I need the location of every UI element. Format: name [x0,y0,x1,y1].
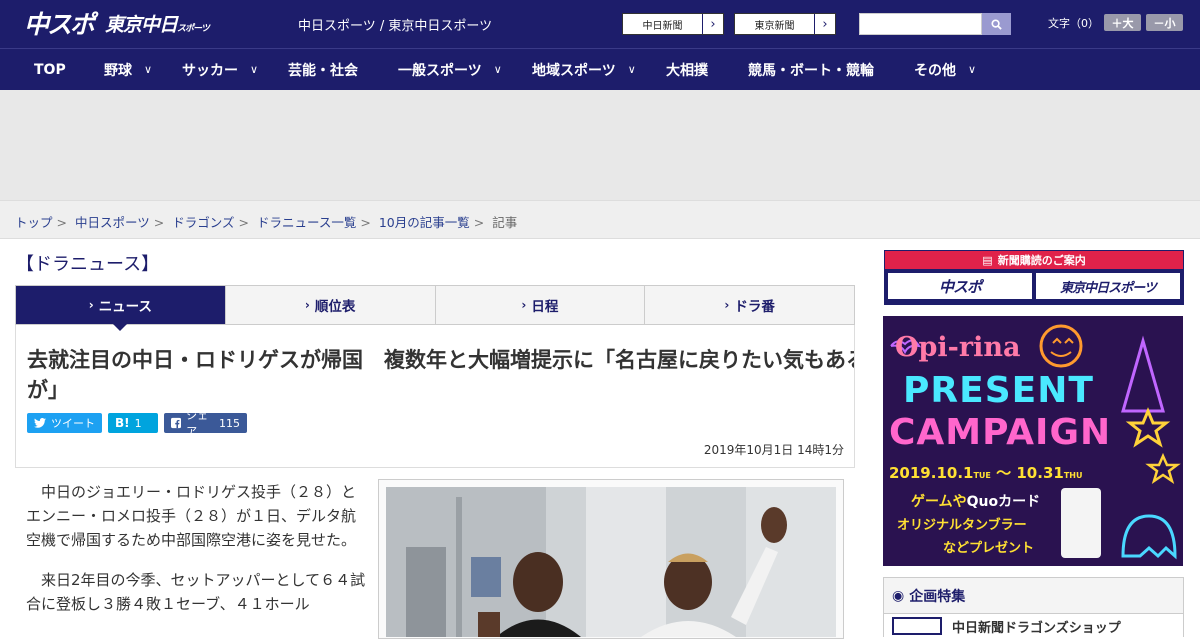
promo-period: 2019.10.1TUE 〜 10.31THU [889,464,1083,482]
logo-sub: 東京中日スポーツ [105,13,210,36]
hatena-icon: B! [115,416,130,430]
font-size-control: 文字（0） ＋大 －小 [1048,14,1183,31]
nav-other[interactable]: その他 ∨ [914,49,976,90]
share-buttons: ツイート B! 1 シェア 115 [27,409,247,438]
chevron-down-icon: ∨ [493,63,502,76]
newspaper-icon: ▤ [982,253,993,267]
article-header: 去就注目の中日・ロドリゲスが帰国 複数年と大幅増提示に「名古屋に戻りたい気もある… [15,325,855,468]
nav-baseball[interactable]: 野球 ∨ [104,49,152,90]
font-larger-button[interactable]: ＋大 [1104,14,1141,31]
nav-entertainment[interactable]: 芸能・社会 [288,49,358,90]
chevron-right-icon: › [88,298,94,312]
twitter-icon [34,418,46,428]
chevron-down-icon: ∨ [968,63,977,76]
article-photo-frame [378,479,844,639]
chevron-down-icon: ∨ [250,63,259,76]
site-links[interactable]: 中日スポーツ / 東京中日スポーツ [298,15,492,34]
share-count: 115 [219,416,240,430]
section-title: 【ドラニュース】 [16,254,160,275]
tab-reporter[interactable]: › ドラ番 [645,286,854,324]
search-input[interactable] [859,13,982,35]
ribbon-icon: ◉ [892,587,905,604]
tab-news[interactable]: › ニュース [16,286,226,331]
subscription-banner: ▤ 新聞購読のご案内 中スポ 東京中日スポーツ [884,250,1184,305]
promo-text2: オリジナルタンブラー [897,518,1027,533]
feature-title: 企画特集 [909,588,966,605]
search-form [859,13,1011,35]
nav-keiba[interactable]: 競馬・ボート・競輪 [748,49,874,90]
site-logo[interactable]: 中スポ 東京中日スポーツ [24,8,210,39]
breadcrumb-link[interactable]: 10月の記事一覧 [379,215,470,230]
facebook-share-button[interactable]: シェア 115 [164,409,247,438]
ad-space [0,90,1200,200]
chevron-right-icon: › [822,16,828,32]
article-headline: 去就注目の中日・ロドリゲスが帰国 複数年と大幅増提示に「名古屋に戻りたい気もある… [27,348,855,402]
section-tabs: › ニュース › 順位表 › 日程 › ドラ番 [15,285,855,331]
promo-banner[interactable]: Opi-rina PRESENT CAMPAIGN 2019.10.1TUE 〜… [883,316,1183,566]
chevron-right-icon: › [521,298,527,312]
chevron-down-icon: ∨ [144,63,153,76]
promo-text3: などプレゼント [943,541,1035,556]
chevron-down-icon: ∨ [627,63,636,76]
subscribe-chuspo-button[interactable]: 中スポ [888,273,1032,299]
feature-section: ◉ 企画特集 中日新聞ドラゴンズショップ [883,577,1184,638]
chevron-right-icon: › [724,298,730,312]
chevron-right-icon: › [710,16,716,32]
promo-brand: Opi-rina [895,332,1021,363]
breadcrumb-current: 記事 [492,215,518,230]
promo-text1: ゲームやQuoカード [911,494,1041,510]
search-icon [991,18,1002,30]
promo-line1: PRESENT [903,370,1094,411]
breadcrumb-link[interactable]: トップ [15,215,53,230]
tab-schedule[interactable]: › 日程 [436,286,646,324]
feature-thumbnail [892,617,942,635]
article-date: 2019年10月1日 14時1分 [703,443,844,457]
nav-general-sports[interactable]: 一般スポーツ ∨ [398,49,502,90]
article-photo[interactable] [386,487,836,637]
tokyo-paper-button[interactable]: 東京新聞 › [734,13,836,35]
article-paragraph: 来日2年目の今季、セットアッパーとして６４試合に登板し３勝４敗１セーブ、４１ホー… [26,571,366,613]
main-nav: TOP 野球 ∨ サッカー ∨ 芸能・社会 一般スポーツ ∨ 地域スポーツ ∨ 大相撲 … [0,48,1200,90]
subscribe-tokyo-chunichi-button[interactable]: 東京中日スポーツ [1036,273,1180,299]
chunichi-paper-button[interactable]: 中日新聞 › [622,13,724,35]
logo-main: 中スポ [24,10,95,39]
breadcrumb-link[interactable]: 中日スポーツ [75,215,150,230]
font-size-label: 文字（0） [1048,16,1099,30]
article-paragraph: 中日のジョエリー・ロドリゲス投手（２８）とエンニー・ロメロ投手（２８）が１日、デ… [26,483,357,549]
subscription-header: ▤ 新聞購読のご案内 [885,251,1183,269]
breadcrumb: トップ > 中日スポーツ > ドラゴンズ > ドラニュース一覧 > 10月の記事一覧 > … [0,200,1200,239]
site-header: 中スポ 東京中日スポーツ 中日スポーツ / 東京中日スポーツ 中日新聞 › 東京… [0,0,1200,48]
breadcrumb-link[interactable]: ドラゴンズ [172,215,234,230]
hatena-bookmark-button[interactable]: B! 1 [108,413,158,433]
nav-local-sports[interactable]: 地域スポーツ ∨ [532,49,636,90]
tweet-button[interactable]: ツイート [27,413,102,433]
promo-line2: CAMPAIGN [889,412,1112,453]
search-button[interactable] [982,13,1011,35]
feature-item[interactable]: 中日新聞ドラゴンズショップ [884,614,1183,638]
hatena-count: 1 [134,416,142,430]
breadcrumb-link[interactable]: ドラニュース一覧 [257,215,356,230]
nav-top[interactable]: TOP [34,49,66,90]
article-body: 中日のジョエリー・ロドリゲス投手（２８）とエンニー・ロメロ投手（２８）が１日、デ… [26,480,368,632]
facebook-icon [171,417,182,429]
nav-soccer[interactable]: サッカー ∨ [182,49,258,90]
tab-standings[interactable]: › 順位表 [226,286,436,324]
font-smaller-button[interactable]: －小 [1146,14,1183,31]
nav-sumo[interactable]: 大相撲 [666,49,708,90]
chevron-right-icon: › [304,298,310,312]
